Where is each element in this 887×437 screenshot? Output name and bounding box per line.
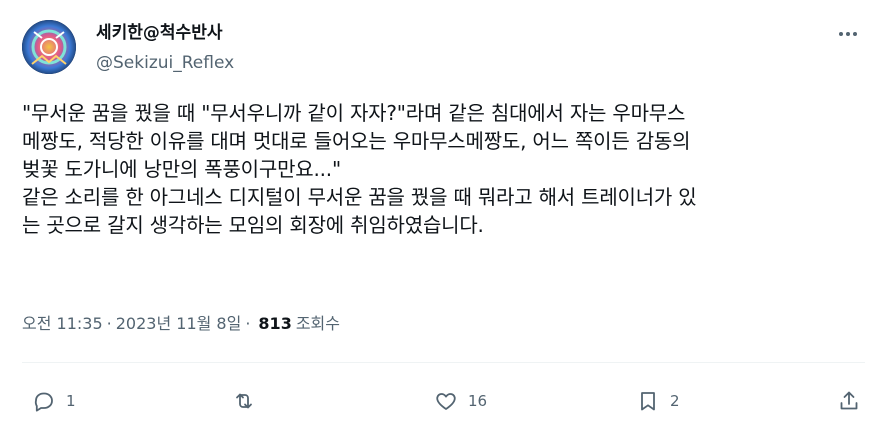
views-label: 조회수 — [295, 314, 340, 333]
meta-separator: · — [106, 314, 112, 333]
reply-count: 1 — [66, 392, 76, 410]
like-button[interactable]: 16 — [434, 380, 487, 422]
tweet-meta: 오전 11:35 · 2023년 11월 8일 · 813 조회수 — [22, 313, 340, 335]
avatar[interactable] — [22, 20, 76, 74]
share-icon — [840, 391, 858, 410]
more-options-button[interactable] — [831, 22, 865, 46]
bookmark-icon — [641, 392, 655, 411]
share-button[interactable] — [837, 380, 861, 422]
bookmark-button[interactable]: 2 — [636, 380, 680, 422]
reply-button[interactable]: 1 — [32, 380, 76, 422]
more-horizontal-icon — [839, 32, 857, 36]
like-count: 16 — [468, 392, 488, 410]
reply-icon — [34, 392, 53, 412]
tweet-text: "무서운 꿈을 꿨을 때 "무서우니까 같이 자자?"라며 같은 침대에서 자는… — [22, 101, 697, 237]
bookmark-count: 2 — [670, 392, 680, 410]
avatar-image — [22, 20, 76, 74]
meta-separator-2: · — [245, 314, 251, 333]
retweet-button[interactable] — [232, 380, 256, 422]
action-bar: 1 16 2 — [22, 380, 865, 422]
divider — [22, 362, 865, 363]
retweet-icon — [236, 393, 252, 409]
user-handle[interactable]: @Sekizui_Reflex — [96, 53, 234, 73]
heart-icon — [436, 393, 456, 410]
display-name[interactable]: 세키한@척수반사 — [96, 23, 222, 43]
tweet-date[interactable]: 2023년 11월 8일 — [116, 313, 242, 335]
views-count: 813 — [258, 314, 292, 333]
tweet-time[interactable]: 오전 11:35 — [22, 313, 103, 335]
